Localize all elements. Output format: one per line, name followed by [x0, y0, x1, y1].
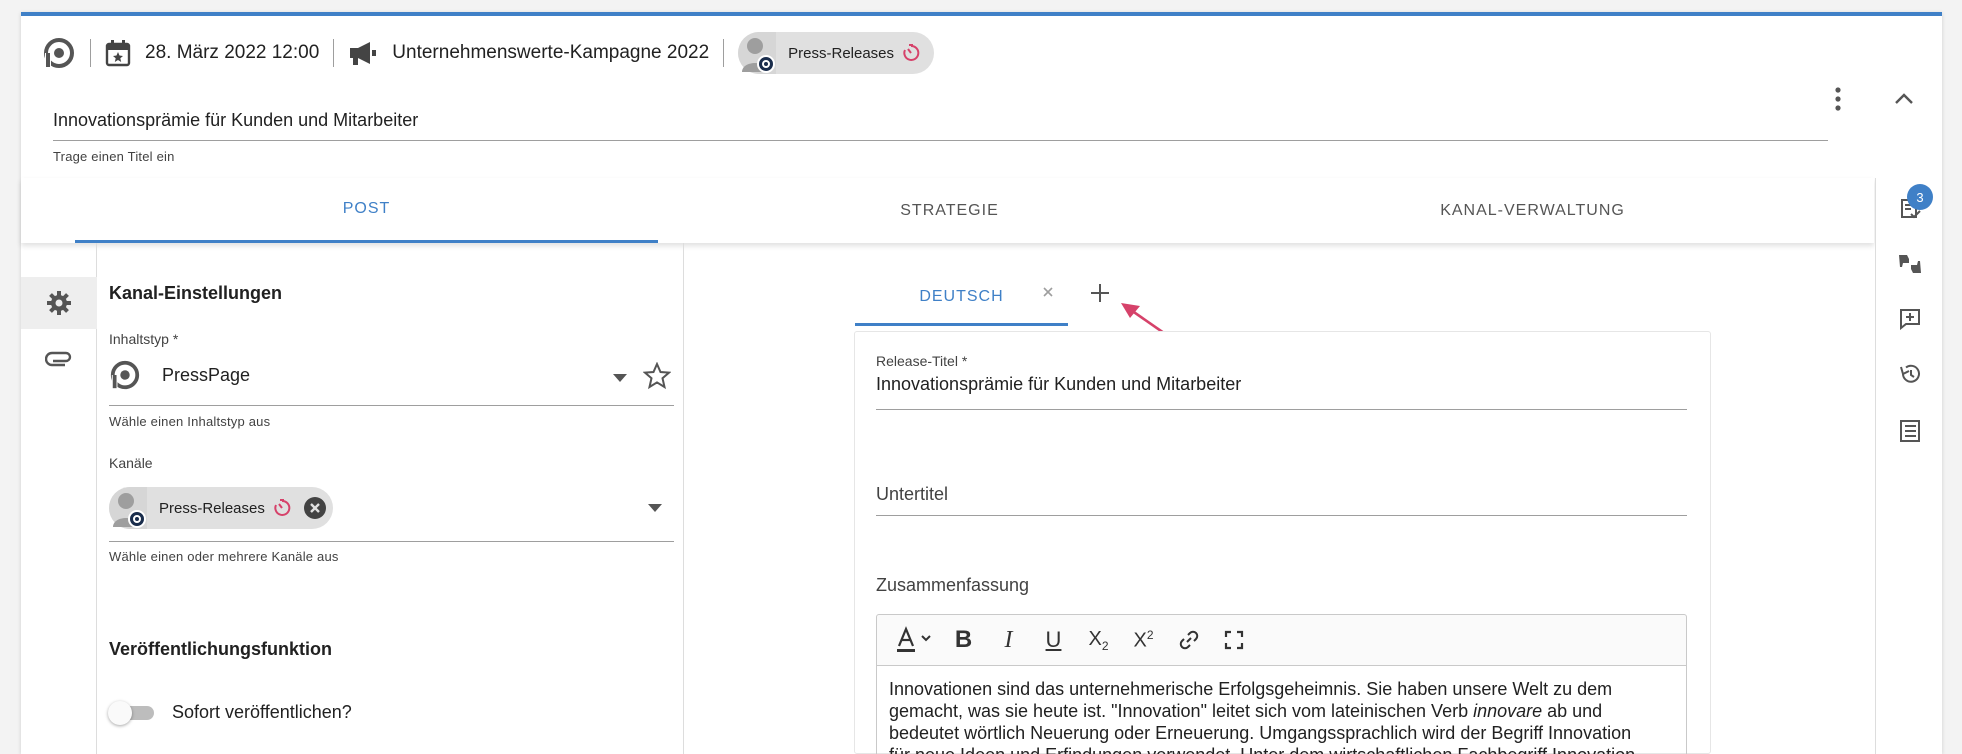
main-tabs: POST STRATEGIE KANAL-VERWALTUNG — [21, 178, 1874, 243]
left-rail — [21, 243, 97, 754]
calendar-icon — [105, 39, 131, 67]
timer-icon — [902, 44, 920, 62]
release-title-value: Innovationsprämie für Kunden und Mitarbe… — [876, 374, 1242, 394]
channel-avatar — [738, 32, 777, 74]
content-type-helper: Wähle einen Inhaltstyp aus — [109, 414, 271, 429]
summary-editor[interactable]: Innovationen sind das unternehmerische E… — [876, 666, 1687, 754]
publish-now-toggle[interactable] — [108, 701, 156, 725]
add-language-plus-icon[interactable] — [1089, 282, 1111, 304]
release-title-label: Release-Titel * — [876, 353, 968, 369]
publish-toggle-label: Sofort veröffentlichen? — [172, 702, 352, 722]
channels-helper: Wähle einen oder mehrere Kanäle aus — [109, 549, 339, 564]
divider — [333, 39, 335, 67]
summary-line-2-italic: innovare — [1473, 701, 1543, 721]
subscript-button[interactable]: X2 — [1076, 618, 1121, 663]
channels-underline — [109, 541, 674, 542]
link-icon — [1177, 628, 1201, 652]
selected-channel-chip[interactable]: Press-Releases — [109, 487, 333, 529]
summary-label: Zusammenfassung — [876, 575, 1030, 595]
subtitle-field[interactable]: Untertitel — [876, 484, 1687, 516]
attachments-tab-button[interactable] — [21, 331, 97, 383]
more-options-icon[interactable] — [1828, 86, 1848, 112]
rich-text-toolbar: B I U X2 X2 — [876, 614, 1687, 666]
campaign-name[interactable]: Unternehmenswerte-Kampagne 2022 — [392, 42, 709, 64]
editor-card: Release-Titel * Innovationsprämie für Ku… — [854, 331, 1711, 754]
meta-row: 28. März 2022 12:00 Unternehmenswerte-Ka… — [42, 32, 935, 74]
post-title-helper: Trage einen Titel ein — [53, 149, 175, 164]
bold-button[interactable]: B — [941, 618, 986, 663]
bold-icon: B — [954, 626, 973, 653]
underline-icon: U — [1045, 627, 1062, 652]
collapse-chevron-up-icon[interactable] — [1893, 90, 1915, 106]
right-rail — [1875, 178, 1942, 754]
settings-heading: Kanal-Einstellungen — [109, 283, 283, 303]
approval-button[interactable] — [1876, 244, 1943, 284]
comment-add-icon — [1898, 307, 1922, 331]
channel-chip-label: Press-Releases — [788, 44, 895, 62]
text-color-button[interactable] — [889, 618, 941, 663]
release-title-field[interactable]: Innovationsprämie für Kunden und Mitarbe… — [876, 374, 1687, 410]
subtitle-placeholder: Untertitel — [876, 484, 949, 504]
dropdown-arrow-icon[interactable] — [648, 504, 662, 512]
history-button[interactable] — [1876, 354, 1943, 394]
fullscreen-button[interactable] — [1211, 618, 1256, 663]
channel-avatar — [109, 487, 147, 529]
summary-line-3: bedeutet wörtlich Neuerung oder Erneueru… — [889, 723, 1632, 743]
close-language-icon[interactable] — [1042, 286, 1054, 298]
link-button[interactable] — [1166, 618, 1211, 663]
italic-icon: I — [1004, 626, 1013, 653]
page: 28. März 2022 12:00 Unternehmenswerte-Ka… — [0, 0, 1962, 754]
tab-kanal-verwaltung[interactable]: KANAL-VERWALTUNG — [1241, 178, 1824, 243]
italic-button[interactable]: I — [986, 618, 1031, 663]
post-title-field[interactable]: Innovationsprämie für Kunden und Mitarbe… — [53, 110, 1828, 141]
pressrelease-badge-icon — [128, 510, 146, 528]
channels-label: Kanäle — [109, 455, 153, 471]
divider — [723, 39, 725, 67]
post-title-value: Innovationsprämie für Kunden und Mitarbe… — [53, 110, 419, 130]
content-type-value: PressPage — [162, 365, 251, 385]
app-logo-icon — [42, 36, 76, 70]
superscript-icon: X2 — [1133, 627, 1154, 652]
summary-line-2a: gemacht, was sie heute ist. "Innovation"… — [889, 701, 1474, 721]
channels-select[interactable]: Press-Releases — [109, 487, 674, 539]
history-icon — [1898, 362, 1922, 386]
favorite-star-icon[interactable] — [643, 362, 671, 390]
text-color-icon — [895, 626, 935, 654]
tab-strategie[interactable]: STRATEGIE — [658, 178, 1241, 243]
superscript-button[interactable]: X2 — [1121, 618, 1166, 663]
toggle-knob — [108, 701, 132, 725]
gear-icon — [45, 289, 73, 317]
remove-chip-icon[interactable] — [303, 496, 327, 520]
paperclip-icon — [45, 347, 73, 367]
thumbs-up-down-icon — [1897, 252, 1923, 276]
list-tree-icon — [1899, 419, 1921, 443]
summary-line-2: gemacht, was sie heute ist. "Innovation"… — [889, 700, 1674, 722]
content-type-label: Inhaltstyp * — [109, 331, 179, 347]
language-tab-label: DEUTSCH — [919, 287, 1004, 305]
settings-tab-button[interactable] — [21, 277, 97, 329]
selected-channel-label: Press-Releases — [159, 499, 265, 517]
summary-line-1: Innovationen sind das unternehmerische E… — [889, 679, 1613, 699]
content-type-select[interactable]: PressPage — [109, 353, 627, 409]
fullscreen-icon — [1224, 630, 1244, 650]
schedule-date[interactable]: 28. März 2022 12:00 — [145, 42, 319, 64]
underline-button[interactable]: U — [1031, 618, 1076, 663]
presspage-logo-icon — [109, 359, 141, 391]
tab-post[interactable]: POST — [75, 178, 658, 243]
publish-heading: Veröffentlichungsfunktion — [109, 639, 332, 659]
megaphone-icon — [348, 40, 378, 66]
dropdown-arrow-icon[interactable] — [613, 374, 627, 382]
channel-chip[interactable]: Press-Releases — [738, 32, 935, 74]
subscript-icon: X2 — [1088, 627, 1109, 653]
summary-line-2b: ab und — [1542, 701, 1603, 721]
structure-button[interactable] — [1876, 411, 1943, 451]
comments-button[interactable] — [1876, 299, 1943, 339]
content-type-underline — [109, 405, 674, 406]
settings-panel: Kanal-Einstellungen Inhaltstyp * PressPa… — [97, 243, 684, 754]
summary-line-4: für neue Ideen und Erfindungen verwendet… — [889, 744, 1674, 754]
divider — [90, 39, 91, 67]
tab-language-deutsch[interactable]: DEUTSCH — [855, 270, 1068, 326]
timer-icon — [273, 499, 291, 517]
tasks-count-badge: 3 — [1907, 184, 1933, 210]
